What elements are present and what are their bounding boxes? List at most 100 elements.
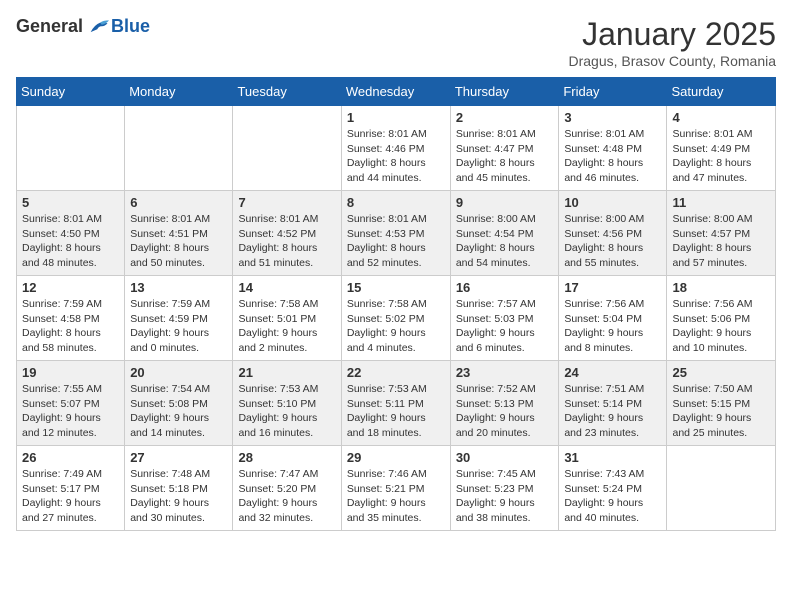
calendar-cell: 23 Sunrise: 7:52 AM Sunset: 5:13 PM Dayli… (450, 361, 559, 446)
day-info: Sunrise: 7:58 AM Sunset: 5:02 PM Dayligh… (347, 297, 445, 356)
calendar-cell: 31 Sunrise: 7:43 AM Sunset: 5:24 PM Dayli… (559, 446, 667, 531)
calendar-cell: 28 Sunrise: 7:47 AM Sunset: 5:20 PM Dayli… (233, 446, 341, 531)
calendar-cell: 21 Sunrise: 7:53 AM Sunset: 5:10 PM Dayli… (233, 361, 341, 446)
day-info: Sunrise: 7:49 AM Sunset: 5:17 PM Dayligh… (22, 467, 119, 526)
day-number: 10 (564, 195, 661, 210)
calendar-cell (125, 106, 233, 191)
calendar-cell: 27 Sunrise: 7:48 AM Sunset: 5:18 PM Dayli… (125, 446, 233, 531)
weekday-header-thursday: Thursday (450, 78, 559, 106)
day-info: Sunrise: 7:48 AM Sunset: 5:18 PM Dayligh… (130, 467, 227, 526)
day-info: Sunrise: 7:55 AM Sunset: 5:07 PM Dayligh… (22, 382, 119, 441)
day-info: Sunrise: 7:54 AM Sunset: 5:08 PM Dayligh… (130, 382, 227, 441)
day-number: 15 (347, 280, 445, 295)
calendar-cell: 14 Sunrise: 7:58 AM Sunset: 5:01 PM Dayli… (233, 276, 341, 361)
day-number: 21 (238, 365, 335, 380)
day-number: 28 (238, 450, 335, 465)
calendar-cell: 6Sunrise: 8:01 AM Sunset: 4:51 PM Daylig… (125, 191, 233, 276)
day-number: 29 (347, 450, 445, 465)
day-number: 23 (456, 365, 554, 380)
calendar-location: Dragus, Brasov County, Romania (569, 53, 777, 69)
day-info: Sunrise: 7:45 AM Sunset: 5:23 PM Dayligh… (456, 467, 554, 526)
calendar-cell (233, 106, 341, 191)
day-info: Sunrise: 8:01 AM Sunset: 4:52 PM Dayligh… (238, 212, 335, 271)
day-info: Sunrise: 7:56 AM Sunset: 5:06 PM Dayligh… (672, 297, 770, 356)
calendar-cell: 3Sunrise: 8:01 AM Sunset: 4:48 PM Daylig… (559, 106, 667, 191)
day-info: Sunrise: 8:01 AM Sunset: 4:47 PM Dayligh… (456, 127, 554, 186)
day-info: Sunrise: 8:01 AM Sunset: 4:49 PM Dayligh… (672, 127, 770, 186)
day-info: Sunrise: 7:53 AM Sunset: 5:10 PM Dayligh… (238, 382, 335, 441)
title-block: January 2025 Dragus, Brasov County, Roma… (569, 16, 777, 69)
day-number: 17 (564, 280, 661, 295)
calendar-cell: 12Sunrise: 7:59 AM Sunset: 4:58 PM Dayli… (17, 276, 125, 361)
calendar-cell: 22Sunrise: 7:53 AM Sunset: 5:11 PM Dayli… (341, 361, 450, 446)
day-number: 11 (672, 195, 770, 210)
day-info: Sunrise: 7:51 AM Sunset: 5:14 PM Dayligh… (564, 382, 661, 441)
day-info: Sunrise: 7:46 AM Sunset: 5:21 PM Dayligh… (347, 467, 445, 526)
calendar-cell: 18 Sunrise: 7:56 AM Sunset: 5:06 PM Dayli… (667, 276, 776, 361)
day-number: 13 (130, 280, 227, 295)
calendar-week-row: 1 Sunrise: 8:01 AM Sunset: 4:46 PM Daylig… (17, 106, 776, 191)
calendar-cell: 9 Sunrise: 8:00 AM Sunset: 4:54 PM Daylig… (450, 191, 559, 276)
logo-general-text: General (16, 16, 83, 37)
day-number: 6 (130, 195, 227, 210)
weekday-header-tuesday: Tuesday (233, 78, 341, 106)
day-info: Sunrise: 8:00 AM Sunset: 4:57 PM Dayligh… (672, 212, 770, 271)
day-info: Sunrise: 7:58 AM Sunset: 5:01 PM Dayligh… (238, 297, 335, 356)
calendar-cell: 5 Sunrise: 8:01 AM Sunset: 4:50 PM Daylig… (17, 191, 125, 276)
day-number: 24 (564, 365, 661, 380)
day-number: 19 (22, 365, 119, 380)
calendar-cell: 2 Sunrise: 8:01 AM Sunset: 4:47 PM Daylig… (450, 106, 559, 191)
calendar-cell: 30Sunrise: 7:45 AM Sunset: 5:23 PM Dayli… (450, 446, 559, 531)
day-info: Sunrise: 8:01 AM Sunset: 4:50 PM Dayligh… (22, 212, 119, 271)
calendar-cell: 1 Sunrise: 8:01 AM Sunset: 4:46 PM Daylig… (341, 106, 450, 191)
day-number: 2 (456, 110, 554, 125)
day-number: 20 (130, 365, 227, 380)
day-number: 31 (564, 450, 661, 465)
calendar-cell: 10Sunrise: 8:00 AM Sunset: 4:56 PM Dayli… (559, 191, 667, 276)
day-number: 25 (672, 365, 770, 380)
day-number: 8 (347, 195, 445, 210)
calendar-cell: 8Sunrise: 8:01 AM Sunset: 4:53 PM Daylig… (341, 191, 450, 276)
weekday-header-row: SundayMondayTuesdayWednesdayThursdayFrid… (17, 78, 776, 106)
day-info: Sunrise: 7:57 AM Sunset: 5:03 PM Dayligh… (456, 297, 554, 356)
day-info: Sunrise: 8:01 AM Sunset: 4:46 PM Dayligh… (347, 127, 445, 186)
calendar-cell (667, 446, 776, 531)
logo: General Blue (16, 16, 150, 37)
calendar-cell: 25 Sunrise: 7:50 AM Sunset: 5:15 PM Dayli… (667, 361, 776, 446)
calendar-week-row: 26 Sunrise: 7:49 AM Sunset: 5:17 PM Dayli… (17, 446, 776, 531)
calendar-cell: 17Sunrise: 7:56 AM Sunset: 5:04 PM Dayli… (559, 276, 667, 361)
day-info: Sunrise: 8:00 AM Sunset: 4:54 PM Dayligh… (456, 212, 554, 271)
calendar-cell: 24 Sunrise: 7:51 AM Sunset: 5:14 PM Dayli… (559, 361, 667, 446)
calendar-cell: 7Sunrise: 8:01 AM Sunset: 4:52 PM Daylig… (233, 191, 341, 276)
calendar-cell: 29 Sunrise: 7:46 AM Sunset: 5:21 PM Dayli… (341, 446, 450, 531)
calendar-cell: 26 Sunrise: 7:49 AM Sunset: 5:17 PM Dayli… (17, 446, 125, 531)
day-number: 12 (22, 280, 119, 295)
calendar-cell: 4 Sunrise: 8:01 AM Sunset: 4:49 PM Daylig… (667, 106, 776, 191)
weekday-header-friday: Friday (559, 78, 667, 106)
calendar-cell: 11 Sunrise: 8:00 AM Sunset: 4:57 PM Dayli… (667, 191, 776, 276)
day-number: 26 (22, 450, 119, 465)
calendar-week-row: 12Sunrise: 7:59 AM Sunset: 4:58 PM Dayli… (17, 276, 776, 361)
day-number: 5 (22, 195, 119, 210)
day-info: Sunrise: 7:47 AM Sunset: 5:20 PM Dayligh… (238, 467, 335, 526)
day-number: 14 (238, 280, 335, 295)
day-info: Sunrise: 7:52 AM Sunset: 5:13 PM Dayligh… (456, 382, 554, 441)
day-number: 1 (347, 110, 445, 125)
day-info: Sunrise: 7:43 AM Sunset: 5:24 PM Dayligh… (564, 467, 661, 526)
logo-bird-icon (87, 18, 109, 36)
calendar-cell: 16 Sunrise: 7:57 AM Sunset: 5:03 PM Dayli… (450, 276, 559, 361)
day-number: 22 (347, 365, 445, 380)
day-number: 9 (456, 195, 554, 210)
day-number: 27 (130, 450, 227, 465)
calendar-cell: 13Sunrise: 7:59 AM Sunset: 4:59 PM Dayli… (125, 276, 233, 361)
calendar-table: SundayMondayTuesdayWednesdayThursdayFrid… (16, 77, 776, 531)
calendar-week-row: 19 Sunrise: 7:55 AM Sunset: 5:07 PM Dayli… (17, 361, 776, 446)
day-number: 18 (672, 280, 770, 295)
calendar-week-row: 5 Sunrise: 8:01 AM Sunset: 4:50 PM Daylig… (17, 191, 776, 276)
day-number: 4 (672, 110, 770, 125)
calendar-title: January 2025 (569, 16, 777, 53)
day-number: 16 (456, 280, 554, 295)
day-info: Sunrise: 8:01 AM Sunset: 4:48 PM Dayligh… (564, 127, 661, 186)
calendar-cell: 20 Sunrise: 7:54 AM Sunset: 5:08 PM Dayli… (125, 361, 233, 446)
day-info: Sunrise: 7:50 AM Sunset: 5:15 PM Dayligh… (672, 382, 770, 441)
